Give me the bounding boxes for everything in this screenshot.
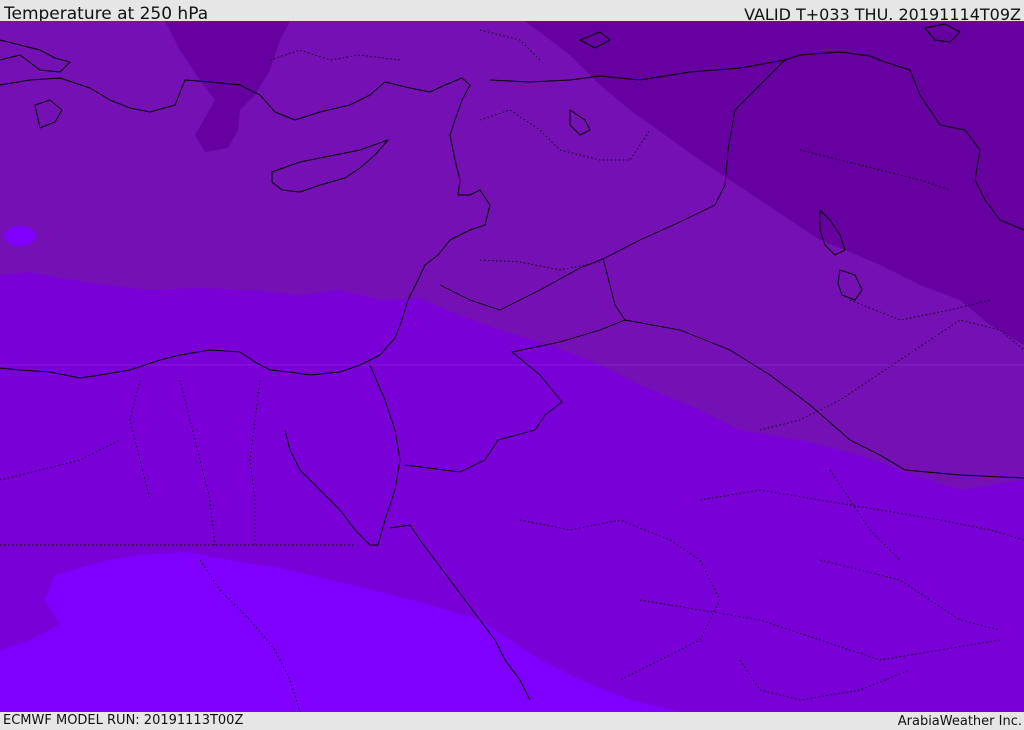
map-canvas[interactable] (0, 21, 1024, 712)
weather-map[interactable] (0, 21, 1024, 712)
model-run-label: ECMWF MODEL RUN: 20191113T00Z (3, 713, 244, 728)
header-bar: Temperature at 250 hPa VALID T+033 THU. … (0, 0, 1024, 24)
warm-spot (4, 226, 36, 246)
credit-label: ArabiaWeather Inc. (897, 714, 1022, 729)
footer-bar: ECMWF MODEL RUN: 20191113T00Z ArabiaWeat… (0, 712, 1024, 729)
